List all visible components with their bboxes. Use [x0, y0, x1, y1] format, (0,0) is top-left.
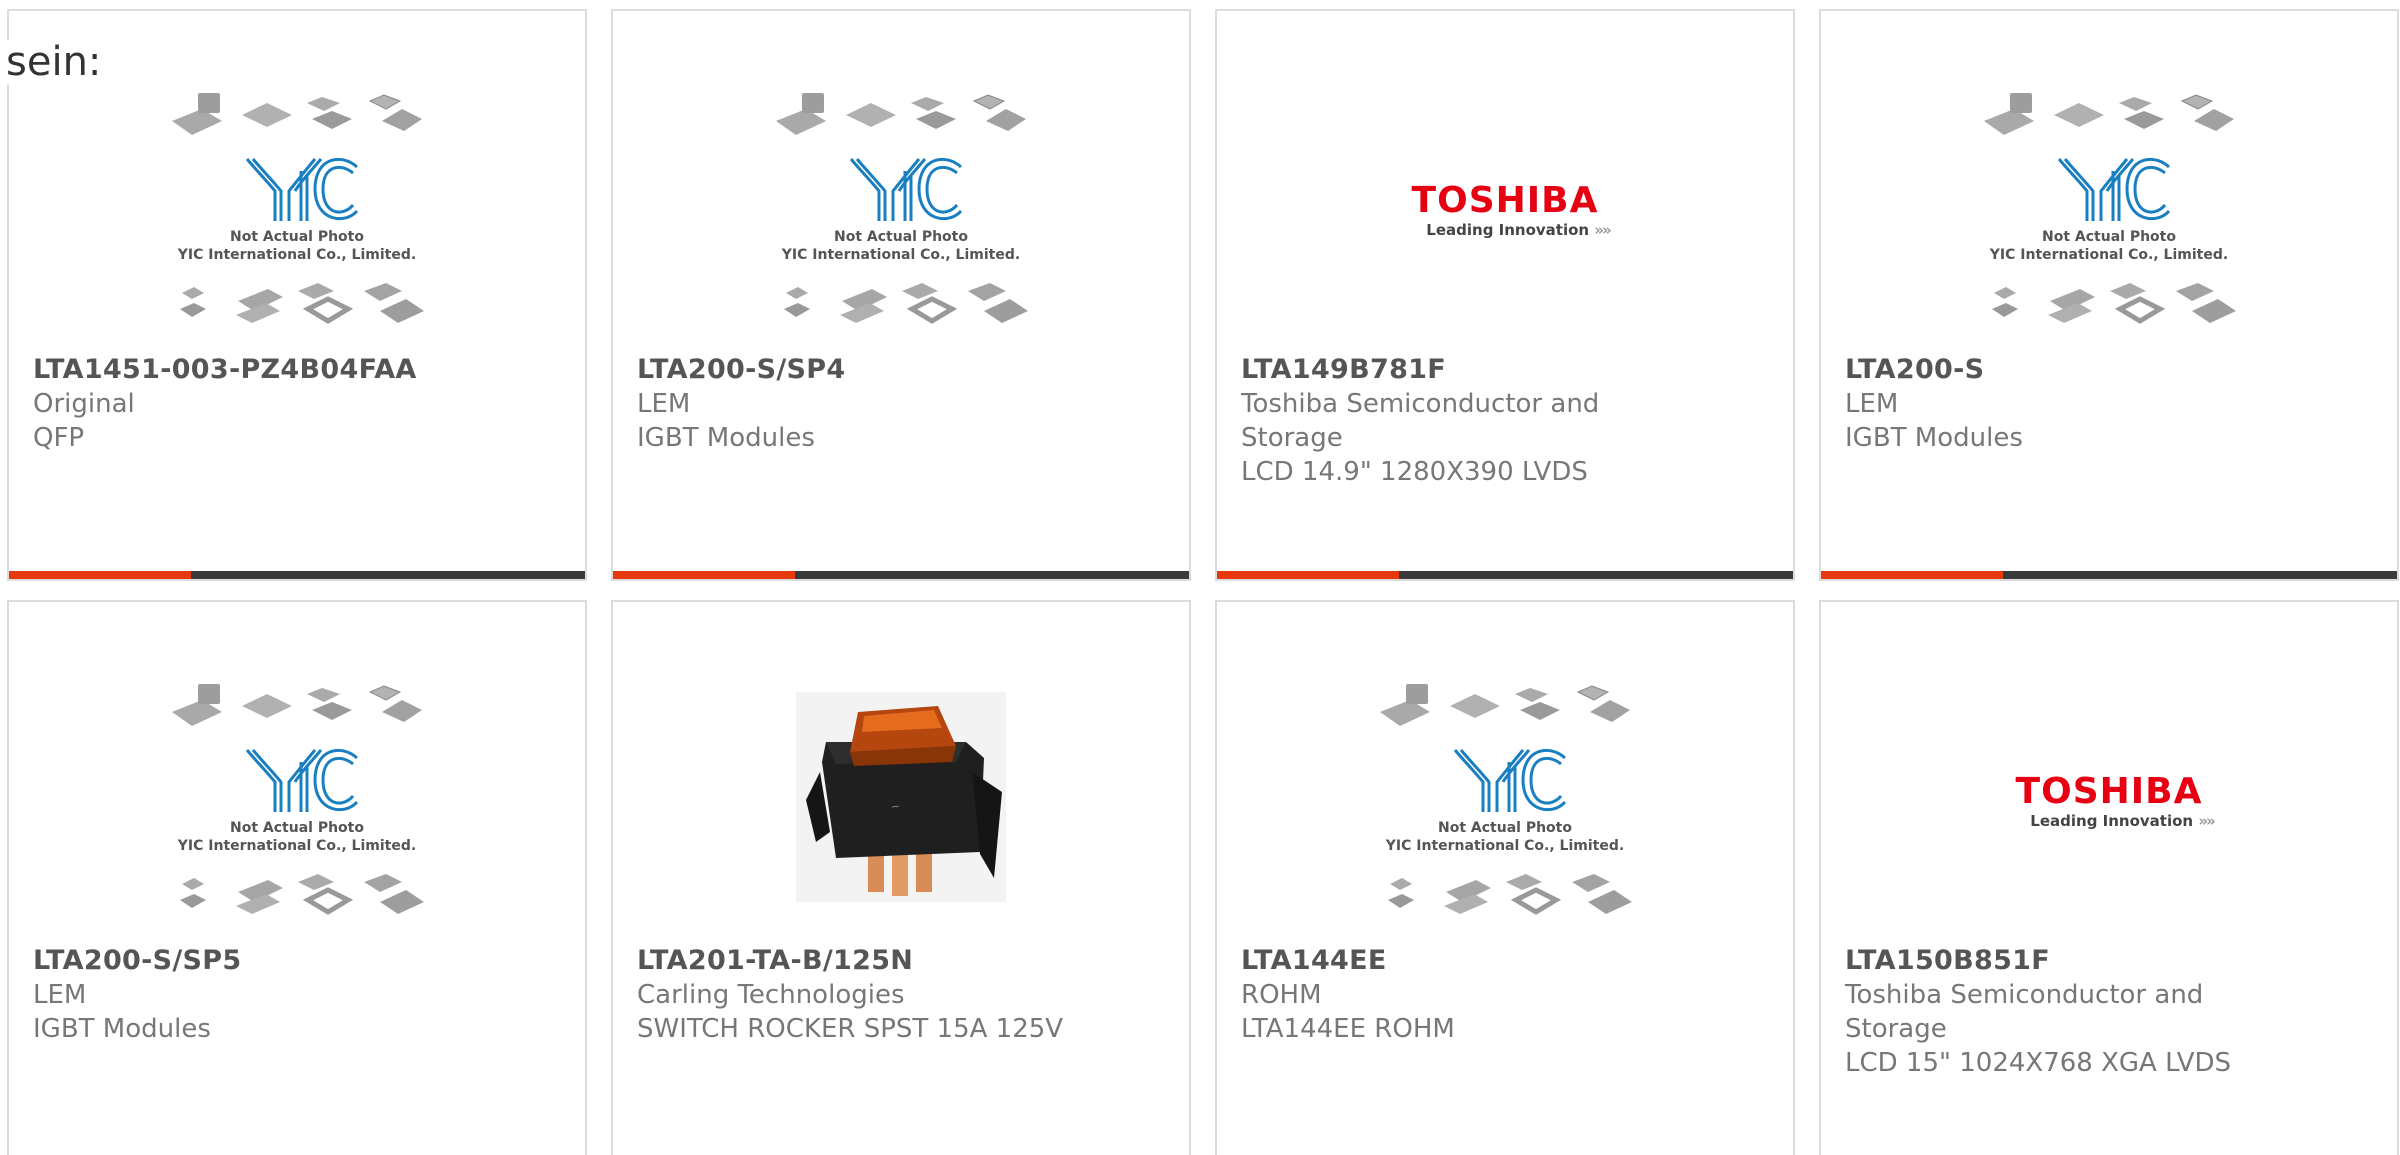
- svg-text:Not Actual Photo: Not Actual Photo: [2042, 229, 2176, 245]
- description-label: LCD 14.9" 1280X390 LVDS: [1241, 457, 1588, 487]
- yic-placeholder-icon: Not Actual Photo YIC International Co., …: [775, 92, 1036, 331]
- description-label: IGBT Modules: [1845, 423, 2023, 453]
- svg-text:Not Actual Photo: Not Actual Photo: [1438, 820, 1572, 836]
- part-number-link[interactable]: LTA201-TA-B/125N: [637, 944, 1165, 978]
- svg-text:YIC International Co., Limited: YIC International Co., Limited.: [1989, 247, 2228, 263]
- product-card[interactable]: Not Actual Photo YIC International Co., …: [7, 9, 587, 581]
- svg-text:Not Actual Photo: Not Actual Photo: [230, 820, 364, 836]
- product-image-placeholder: Not Actual Photo YIC International Co., …: [162, 682, 432, 922]
- product-card[interactable]: Not Actual Photo YIC International Co., …: [1215, 600, 1795, 1155]
- manufacturer-label: Original: [33, 389, 135, 419]
- part-number-link[interactable]: LTA200-S: [1845, 353, 2373, 387]
- manufacturer-label: Toshiba Semiconductor and Storage: [1845, 980, 2204, 1044]
- product-card[interactable]: Not Actual Photo YIC International Co., …: [7, 600, 587, 1155]
- yic-placeholder-icon: Not Actual Photo YIC International Co., …: [1379, 683, 1640, 922]
- rocker-switch-icon: ~: [796, 692, 1006, 902]
- lead-text: sein:: [6, 40, 110, 84]
- card-bottom-bar: [613, 571, 1189, 579]
- description-label: LTA144EE ROHM: [1241, 1014, 1455, 1044]
- yic-placeholder-icon: Not Actual Photo YIC International Co., …: [171, 92, 432, 331]
- product-card[interactable]: Not Actual Photo YIC International Co., …: [1819, 9, 2399, 581]
- part-number-link[interactable]: LTA200-S/SP4: [637, 353, 1165, 387]
- manufacturer-label: Carling Technologies: [637, 980, 905, 1010]
- product-card[interactable]: TOSHIBA Leading Innovation »» LTA150B851…: [1819, 600, 2399, 1155]
- rocker-switch-photo: ~: [766, 682, 1036, 922]
- card-bottom-bar: [1217, 571, 1793, 579]
- product-image-placeholder: Not Actual Photo YIC International Co., …: [766, 91, 1036, 331]
- toshiba-logo: TOSHIBA Leading Innovation »»: [2015, 771, 2216, 831]
- part-number-link[interactable]: LTA149B781F: [1241, 353, 1769, 387]
- description-label: LCD 15" 1024X768 XGA LVDS: [1845, 1048, 2232, 1078]
- yic-placeholder-icon: Not Actual Photo YIC International Co., …: [171, 683, 432, 922]
- manufacturer-label: LEM: [1845, 389, 1899, 419]
- svg-text:YIC International Co., Limited: YIC International Co., Limited.: [177, 838, 416, 854]
- product-image-placeholder: Not Actual Photo YIC International Co., …: [162, 91, 432, 331]
- product-card[interactable]: TOSHIBA Leading Innovation »» LTA149B781…: [1215, 9, 1795, 581]
- manufacturer-label: ROHM: [1241, 980, 1322, 1010]
- product-image-placeholder: Not Actual Photo YIC International Co., …: [1974, 91, 2244, 331]
- description-label: IGBT Modules: [637, 423, 815, 453]
- manufacturer-label: Toshiba Semiconductor and Storage: [1241, 389, 1600, 453]
- description-label: IGBT Modules: [33, 1014, 211, 1044]
- product-card[interactable]: Not Actual Photo YIC International Co., …: [611, 9, 1191, 581]
- product-grid: Not Actual Photo YIC International Co., …: [0, 0, 2400, 1155]
- manufacturer-label: LEM: [637, 389, 691, 419]
- part-number-link[interactable]: LTA144EE: [1241, 944, 1769, 978]
- svg-text:YIC International Co., Limited: YIC International Co., Limited.: [781, 247, 1020, 263]
- toshiba-logo: TOSHIBA Leading Innovation »»: [1411, 180, 1612, 240]
- description-label: QFP: [33, 423, 85, 453]
- manufacturer-label: LEM: [33, 980, 87, 1010]
- part-number-link[interactable]: LTA150B851F: [1845, 944, 2373, 978]
- yic-placeholder-icon: Not Actual Photo YIC International Co., …: [1983, 92, 2244, 331]
- svg-text:~: ~: [890, 799, 901, 813]
- part-number-link[interactable]: LTA200-S/SP5: [33, 944, 561, 978]
- svg-text:Not Actual Photo: Not Actual Photo: [230, 229, 364, 245]
- svg-text:YIC International Co., Limited: YIC International Co., Limited.: [177, 247, 416, 263]
- card-bottom-bar: [9, 571, 585, 579]
- product-image-placeholder: Not Actual Photo YIC International Co., …: [1370, 682, 1640, 922]
- svg-text:Not Actual Photo: Not Actual Photo: [834, 229, 968, 245]
- product-card[interactable]: ~ LTA201-TA-B/125N Carling Technologies …: [611, 600, 1191, 1155]
- description-label: SWITCH ROCKER SPST 15A 125V: [637, 1014, 1064, 1044]
- part-number-link[interactable]: LTA1451-003-PZ4B04FAA: [33, 353, 561, 387]
- card-bottom-bar: [1821, 571, 2397, 579]
- svg-text:YIC International Co., Limited: YIC International Co., Limited.: [1385, 838, 1624, 854]
